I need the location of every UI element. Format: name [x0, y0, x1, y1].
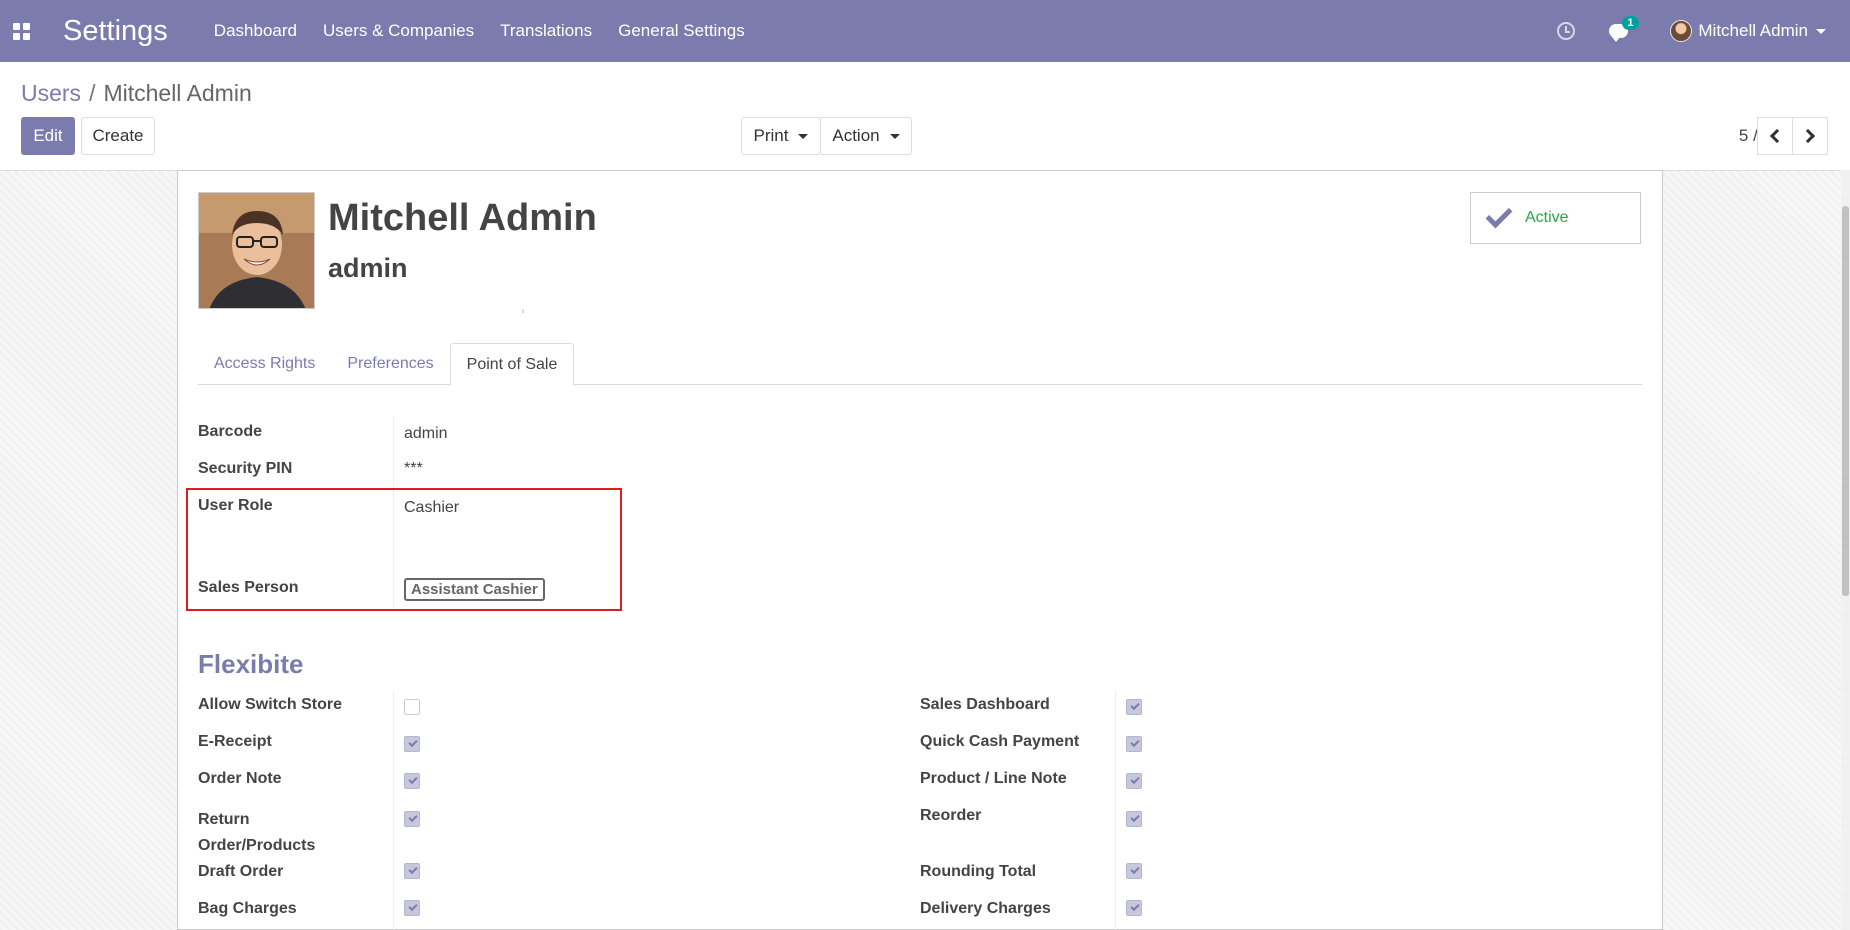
app-title: Settings	[63, 14, 168, 47]
return-order-label: Return Order/Products	[198, 811, 316, 854]
scrollbar[interactable]	[1841, 170, 1850, 930]
divider	[522, 309, 524, 313]
draft-order-checkbox[interactable]	[404, 863, 420, 879]
chevron-right-icon	[1800, 128, 1816, 144]
product-line-note-label: Product / Line Note	[920, 770, 1067, 787]
tab-preferences[interactable]: Preferences	[331, 343, 449, 385]
check-icon	[1485, 201, 1513, 229]
tab-access-rights[interactable]: Access Rights	[198, 343, 331, 385]
chevron-left-icon	[1769, 128, 1785, 144]
section-title-flexibite: Flexibite	[198, 649, 304, 679]
e-receipt-checkbox[interactable]	[404, 736, 420, 752]
user-menu[interactable]: Mitchell Admin	[1698, 21, 1808, 41]
top-navbar: Settings Dashboard Users & Companies Tra…	[0, 0, 1850, 62]
order-note-checkbox[interactable]	[404, 773, 420, 789]
print-dropdown[interactable]: Print	[741, 117, 821, 155]
breadcrumb-separator: /	[89, 80, 96, 106]
pager-next-button[interactable]	[1792, 117, 1828, 155]
bag-charges-label: Bag Charges	[198, 900, 297, 917]
quick-cash-payment-checkbox[interactable]	[1126, 736, 1142, 752]
e-receipt-label: E-Receipt	[198, 733, 272, 750]
messages-button[interactable]: 1	[1609, 16, 1639, 42]
edit-button[interactable]: Edit	[21, 117, 75, 155]
allow-switch-store-checkbox[interactable]	[404, 699, 420, 715]
activity-clock-icon[interactable]	[1557, 22, 1576, 40]
record-name: Mitchell Admin	[328, 197, 597, 239]
pager-previous-button[interactable]	[1757, 117, 1793, 155]
print-caret-icon	[798, 133, 809, 139]
menu-users-companies[interactable]: Users & Companies	[323, 21, 474, 41]
menu-translations[interactable]: Translations	[500, 21, 592, 41]
menu-general-settings[interactable]: General Settings	[618, 21, 745, 41]
delivery-charges-label: Delivery Charges	[920, 900, 1051, 917]
breadcrumb-users[interactable]: Users	[21, 80, 81, 107]
bag-charges-checkbox[interactable]	[404, 900, 420, 916]
user-menu-caret-icon[interactable]	[1816, 28, 1826, 34]
order-note-label: Order Note	[198, 770, 282, 787]
active-label: Active	[1525, 209, 1569, 226]
user-photo[interactable]	[198, 192, 315, 309]
delivery-charges-checkbox[interactable]	[1126, 900, 1142, 916]
messages-badge: 1	[1622, 16, 1639, 30]
record-login: admin	[328, 253, 408, 283]
security-pin-label: Security PIN	[198, 460, 293, 477]
user-avatar[interactable]	[1670, 20, 1693, 42]
apps-menu-icon[interactable]	[0, 0, 42, 62]
sales-dashboard-label: Sales Dashboard	[920, 696, 1050, 713]
draft-order-label: Draft Order	[198, 863, 284, 880]
breadcrumb-current: Mitchell Admin	[103, 80, 252, 106]
breadcrumb: Users / Mitchell Admin	[21, 80, 252, 107]
barcode-label: Barcode	[198, 423, 263, 440]
menu-dashboard[interactable]: Dashboard	[214, 21, 297, 41]
form-sheet: Mitchell Admin admin Active Access Right…	[177, 170, 1663, 930]
print-label: Print	[753, 126, 789, 145]
left-column-separator	[393, 691, 394, 930]
notebook-tabs: Access Rights Preferences Point of Sale	[198, 343, 1642, 386]
quick-cash-payment-label: Quick Cash Payment	[920, 733, 1080, 750]
rounding-total-label: Rounding Total	[920, 863, 1037, 880]
highlight-box	[186, 488, 622, 611]
barcode-value: admin	[404, 425, 448, 442]
return-order-checkbox[interactable]	[404, 811, 420, 827]
tab-point-of-sale[interactable]: Point of Sale	[449, 343, 575, 386]
sales-dashboard-checkbox[interactable]	[1126, 699, 1142, 715]
right-column-separator	[1115, 691, 1116, 930]
reorder-label: Reorder	[920, 807, 982, 824]
action-caret-icon	[889, 133, 900, 139]
reorder-checkbox[interactable]	[1126, 811, 1142, 827]
rounding-total-checkbox[interactable]	[1126, 863, 1142, 879]
scrollbar-thumb[interactable]	[1842, 206, 1849, 596]
action-dropdown[interactable]: Action	[820, 117, 912, 155]
create-button[interactable]: Create	[81, 117, 155, 155]
allow-switch-store-label: Allow Switch Store	[198, 696, 343, 713]
active-toggle-button[interactable]: Active	[1470, 192, 1641, 244]
action-label: Action	[832, 126, 880, 145]
security-pin-value: ***	[404, 460, 423, 477]
product-line-note-checkbox[interactable]	[1126, 773, 1142, 789]
